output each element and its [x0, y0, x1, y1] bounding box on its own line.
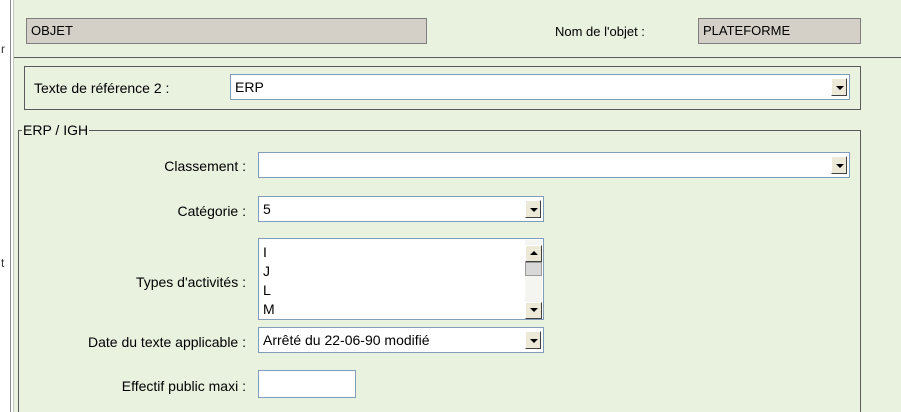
classement-label: Classement : — [164, 158, 246, 174]
object-name-label: Nom de l'objet : — [555, 24, 645, 39]
categorie-select[interactable]: 5 — [258, 196, 544, 222]
edge-char-r: r — [1, 42, 5, 56]
reference-select[interactable]: ERP — [230, 74, 850, 100]
categorie-select-value: 5 — [263, 201, 271, 217]
scroll-up-button[interactable] — [525, 245, 542, 262]
reference-select-value: ERP — [235, 79, 264, 95]
effectif-input[interactable] — [258, 370, 356, 398]
classement-select[interactable] — [258, 152, 850, 178]
left-edge-strip — [0, 0, 9, 412]
chevron-down-icon — [530, 308, 538, 312]
window-border — [10, 0, 11, 412]
date-texte-label: Date du texte applicable : — [88, 334, 246, 350]
chevron-down-icon — [836, 86, 844, 90]
scroll-down-button[interactable] — [525, 302, 542, 319]
header-separator — [14, 57, 901, 58]
list-item[interactable]: M — [263, 301, 275, 317]
object-type-field: OBJET — [26, 18, 427, 44]
erp-igh-group-title: ERP / IGH — [22, 122, 90, 138]
categorie-dropdown-button[interactable] — [525, 200, 541, 218]
chevron-down-icon — [836, 164, 844, 168]
types-activites-label: Types d'activités : — [135, 274, 246, 290]
chevron-up-icon — [530, 251, 538, 255]
list-item[interactable]: L — [263, 282, 271, 298]
reference-label: Texte de référence 2 : — [34, 80, 170, 96]
classement-dropdown-button[interactable] — [831, 156, 847, 174]
list-item[interactable]: J — [263, 263, 270, 279]
chevron-down-icon — [530, 339, 538, 343]
effectif-label: Effectif public maxi : — [121, 378, 246, 394]
types-activites-scrollbar[interactable] — [525, 240, 542, 319]
categorie-label: Catégorie : — [177, 203, 246, 219]
scrollbar-thumb[interactable] — [525, 262, 542, 276]
list-item[interactable]: I — [263, 244, 267, 260]
chevron-down-icon — [530, 208, 538, 212]
date-texte-dropdown-button[interactable] — [525, 331, 541, 349]
edge-char-t: t — [1, 256, 5, 270]
date-texte-select-value: Arrêté du 22-06-90 modifié — [263, 332, 430, 348]
date-texte-select[interactable]: Arrêté du 22-06-90 modifié — [258, 327, 544, 353]
reference-dropdown-button[interactable] — [831, 78, 847, 96]
types-activites-listbox[interactable]: I J L M — [258, 238, 544, 320]
object-name-field: PLATEFORME — [698, 18, 861, 44]
